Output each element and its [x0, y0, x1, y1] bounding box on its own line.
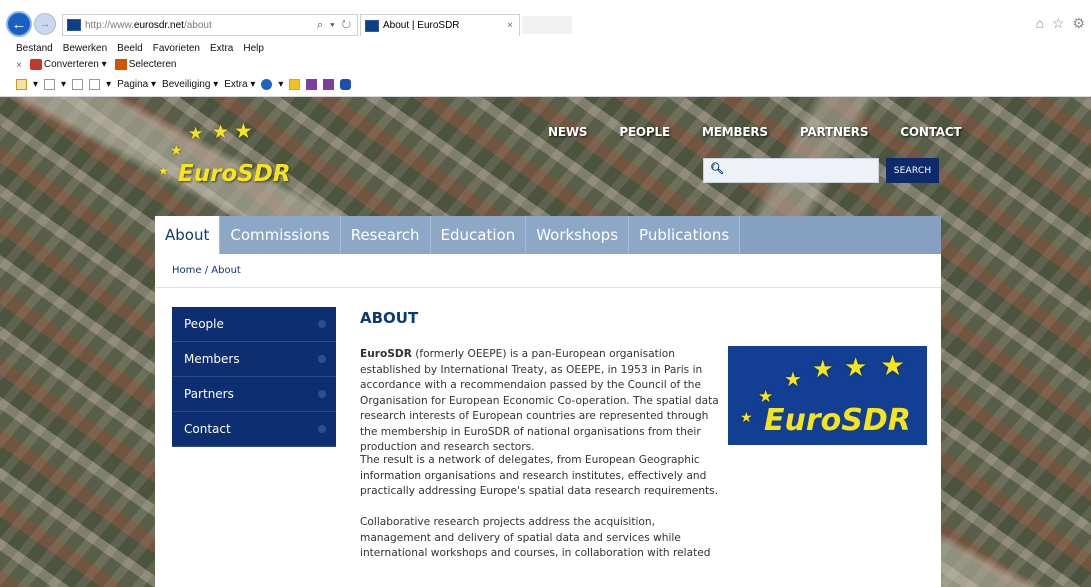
tab-about[interactable]: About	[155, 216, 221, 254]
breadcrumb[interactable]: Home / About	[172, 265, 241, 276]
bullet-icon	[318, 390, 326, 398]
logo-star-icon: ★	[740, 409, 753, 425]
logo-star-icon: ★	[812, 356, 834, 383]
tab-title: About | EuroSDR	[383, 20, 460, 31]
feeds-icon[interactable]	[44, 78, 56, 90]
topnav-contact[interactable]: CONTACT	[900, 125, 961, 139]
tab-research[interactable]: Research	[341, 216, 431, 254]
bullet-icon	[318, 320, 326, 328]
extra-menu[interactable]: Extra ▾	[224, 79, 255, 90]
print-icon[interactable]	[89, 78, 101, 90]
select-button[interactable]: Selecteren	[114, 59, 177, 71]
about-paragraph-1: EuroSDR (formerly OEEPE) is a pan-Europe…	[360, 348, 719, 453]
sidebar-item-people[interactable]: People	[172, 307, 336, 342]
sidebar-item-contact[interactable]: Contact	[172, 412, 336, 447]
top-navigation: NEWS PEOPLE MEMBERS PARTNERS CONTACT	[548, 125, 962, 139]
search-button[interactable]: SEARCH	[886, 158, 939, 183]
forward-arrow-icon: →	[39, 18, 51, 30]
tab-favicon-icon	[365, 19, 379, 32]
help-icon[interactable]	[261, 78, 273, 90]
browser-chrome: ← → http://www.eurosdr.net/about ⌕ ▾ ↻ A…	[0, 0, 1091, 97]
search-icon: 🔍︎	[710, 163, 724, 175]
logo-star-icon: ★	[234, 120, 253, 143]
logo-text: EuroSDR	[178, 161, 291, 187]
forward-button[interactable]: →	[34, 13, 56, 35]
content-panel: About Commissions Research Education Wor…	[155, 216, 941, 587]
mail-icon[interactable]	[72, 78, 84, 90]
site-logo[interactable]: ★ ★ ★ ★ ★ EuroSDR	[148, 121, 298, 196]
web-page: ★ ★ ★ ★ ★ EuroSDR NEWS PEOPLE MEMBERS PA…	[0, 97, 1091, 587]
menu-bar: Bestand Bewerken Beeld Favorieten Extra …	[0, 40, 264, 56]
convert-toolbar: × Converteren ▾ Selecteren	[0, 57, 177, 73]
topnav-partners[interactable]: PARTNERS	[800, 125, 869, 139]
about-paragraph-3: Collaborative research projects address …	[360, 516, 711, 559]
eurosdr-logo-image: ★ ★ ★ ★ ★ ★ EuroSDR	[728, 346, 927, 445]
sidebar-item-label: Partners	[184, 387, 234, 401]
sidebar-menu: People Members Partners Contact	[172, 307, 336, 447]
topnav-news[interactable]: NEWS	[548, 125, 588, 139]
bluetooth-icon[interactable]	[340, 78, 352, 90]
onenote-send-icon[interactable]	[323, 78, 335, 90]
tab-publications[interactable]: Publications	[629, 216, 741, 254]
sidebar-item-partners[interactable]: Partners	[172, 377, 336, 412]
addon-icon[interactable]	[289, 78, 301, 90]
security-menu[interactable]: Beveiliging ▾	[162, 79, 218, 90]
sidebar-item-label: People	[184, 317, 224, 331]
url-text: http://www.eurosdr.net/about	[85, 19, 212, 31]
new-tab-button[interactable]	[522, 16, 572, 34]
bullet-icon	[318, 355, 326, 363]
logo-star-icon: ★	[188, 124, 204, 143]
convert-icon	[29, 59, 42, 71]
menu-tools[interactable]: Extra	[210, 43, 233, 54]
topnav-people[interactable]: PEOPLE	[619, 125, 670, 139]
tab-about[interactable]: About | EuroSDR ×	[360, 14, 520, 36]
bullet-icon	[318, 425, 326, 433]
sidebar-item-label: Members	[184, 352, 240, 366]
search-box: 🔍︎	[703, 158, 879, 183]
page-menu[interactable]: Pagina ▾	[117, 79, 156, 90]
nav-spacer	[740, 216, 941, 254]
back-arrow-icon: ←	[11, 15, 27, 33]
topnav-members[interactable]: MEMBERS	[702, 125, 768, 139]
page-title: ABOUT	[360, 309, 419, 327]
logo-star-icon: ★	[212, 122, 230, 143]
convert-button[interactable]: Converteren ▾	[29, 59, 107, 71]
close-toolbar-icon[interactable]: ×	[16, 60, 22, 71]
address-row: ← → http://www.eurosdr.net/about ⌕ ▾ ↻ A…	[0, 0, 1091, 40]
menu-favorites[interactable]: Favorieten	[153, 43, 200, 54]
tab-commissions[interactable]: Commissions	[220, 216, 341, 254]
main-navigation: About Commissions Research Education Wor…	[155, 216, 941, 254]
menu-file[interactable]: Bestand	[16, 43, 53, 54]
menu-view[interactable]: Beeld	[117, 43, 143, 54]
sidebar-item-members[interactable]: Members	[172, 342, 336, 377]
tab-workshops[interactable]: Workshops	[526, 216, 630, 254]
address-bar[interactable]: http://www.eurosdr.net/about ⌕ ▾ ↻	[62, 14, 358, 36]
logo-text: EuroSDR	[764, 403, 911, 438]
tab-education[interactable]: Education	[431, 216, 527, 254]
search-input[interactable]	[724, 161, 874, 180]
logo-star-icon: ★	[158, 164, 169, 178]
onenote-icon[interactable]	[306, 78, 318, 90]
home-icon[interactable]	[16, 78, 27, 90]
logo-star-icon: ★	[880, 350, 906, 381]
logo-star-icon: ★	[844, 352, 868, 382]
logo-star-icon: ★	[784, 369, 802, 391]
menu-help[interactable]: Help	[243, 43, 264, 54]
sidebar-item-label: Contact	[184, 422, 231, 436]
divider	[155, 287, 941, 288]
home-favorites-settings-icons[interactable]: ⌂ ☆ ⚙	[1036, 15, 1087, 32]
site-favicon-icon	[67, 19, 81, 31]
address-tools[interactable]: ⌕ ▾ ↻	[317, 19, 353, 32]
back-button[interactable]: ←	[6, 11, 32, 37]
logo-star-icon: ★	[170, 142, 183, 158]
tab-close-icon[interactable]: ×	[507, 20, 513, 31]
select-icon	[114, 59, 127, 71]
menu-edit[interactable]: Bewerken	[63, 43, 107, 54]
command-bar: ▾ ▾ ▾ Pagina ▾ Beveiliging ▾ Extra ▾ ▾	[0, 76, 352, 92]
about-paragraph-2: The result is a network of delegates, fr…	[360, 454, 719, 497]
